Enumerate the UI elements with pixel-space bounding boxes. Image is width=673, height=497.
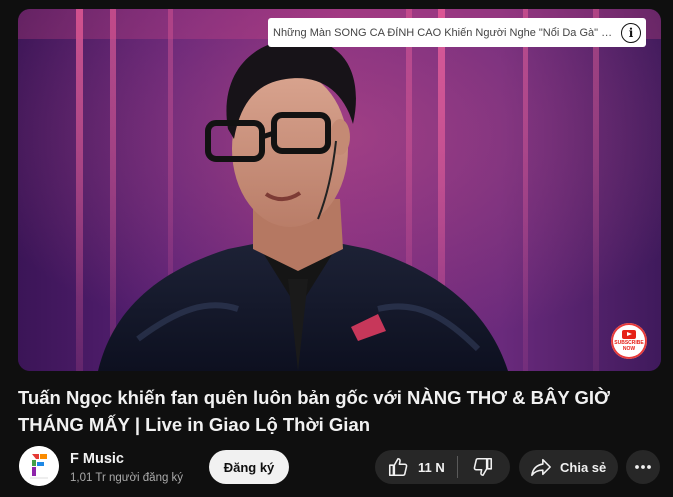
dislike-button[interactable]: [458, 450, 494, 484]
subscribe-button[interactable]: Đăng ký: [209, 450, 289, 484]
info-card-text[interactable]: Những Màn SONG CA ĐỈNH CAO Khiến Người N…: [268, 27, 615, 39]
share-icon: [531, 458, 551, 477]
video-frame: [18, 9, 661, 371]
like-count: 11 N: [418, 459, 445, 475]
more-icon: [635, 465, 651, 469]
info-icon[interactable]: i: [621, 22, 641, 43]
youtube-play-icon: [622, 330, 636, 339]
subscribe-watermark[interactable]: SUBSCRIBE NOW: [611, 323, 647, 359]
like-button[interactable]: 11 N: [375, 450, 457, 484]
like-dislike-group: 11 N: [375, 450, 510, 484]
channel-name[interactable]: F Music: [70, 451, 124, 467]
subscribe-watermark-text: SUBSCRIBE NOW: [614, 340, 644, 352]
subscriber-count: 1,01 Tr người đăng ký: [70, 472, 184, 484]
dislike-icon: [473, 457, 492, 477]
share-label: Chia sẻ: [560, 459, 607, 475]
video-title: Tuấn Ngọc khiến fan quên luôn bản gốc vớ…: [18, 387, 610, 435]
watch-page: Những Màn SONG CA ĐỈNH CAO Khiến Người N…: [0, 0, 673, 497]
info-card[interactable]: Những Màn SONG CA ĐỈNH CAO Khiến Người N…: [268, 18, 646, 47]
video-player[interactable]: Những Màn SONG CA ĐỈNH CAO Khiến Người N…: [18, 9, 661, 371]
like-icon: [388, 457, 408, 477]
share-button[interactable]: Chia sẻ: [519, 450, 618, 484]
more-actions-button[interactable]: [626, 450, 660, 484]
f-music-logo-icon: [19, 446, 59, 486]
channel-avatar[interactable]: [19, 446, 59, 486]
